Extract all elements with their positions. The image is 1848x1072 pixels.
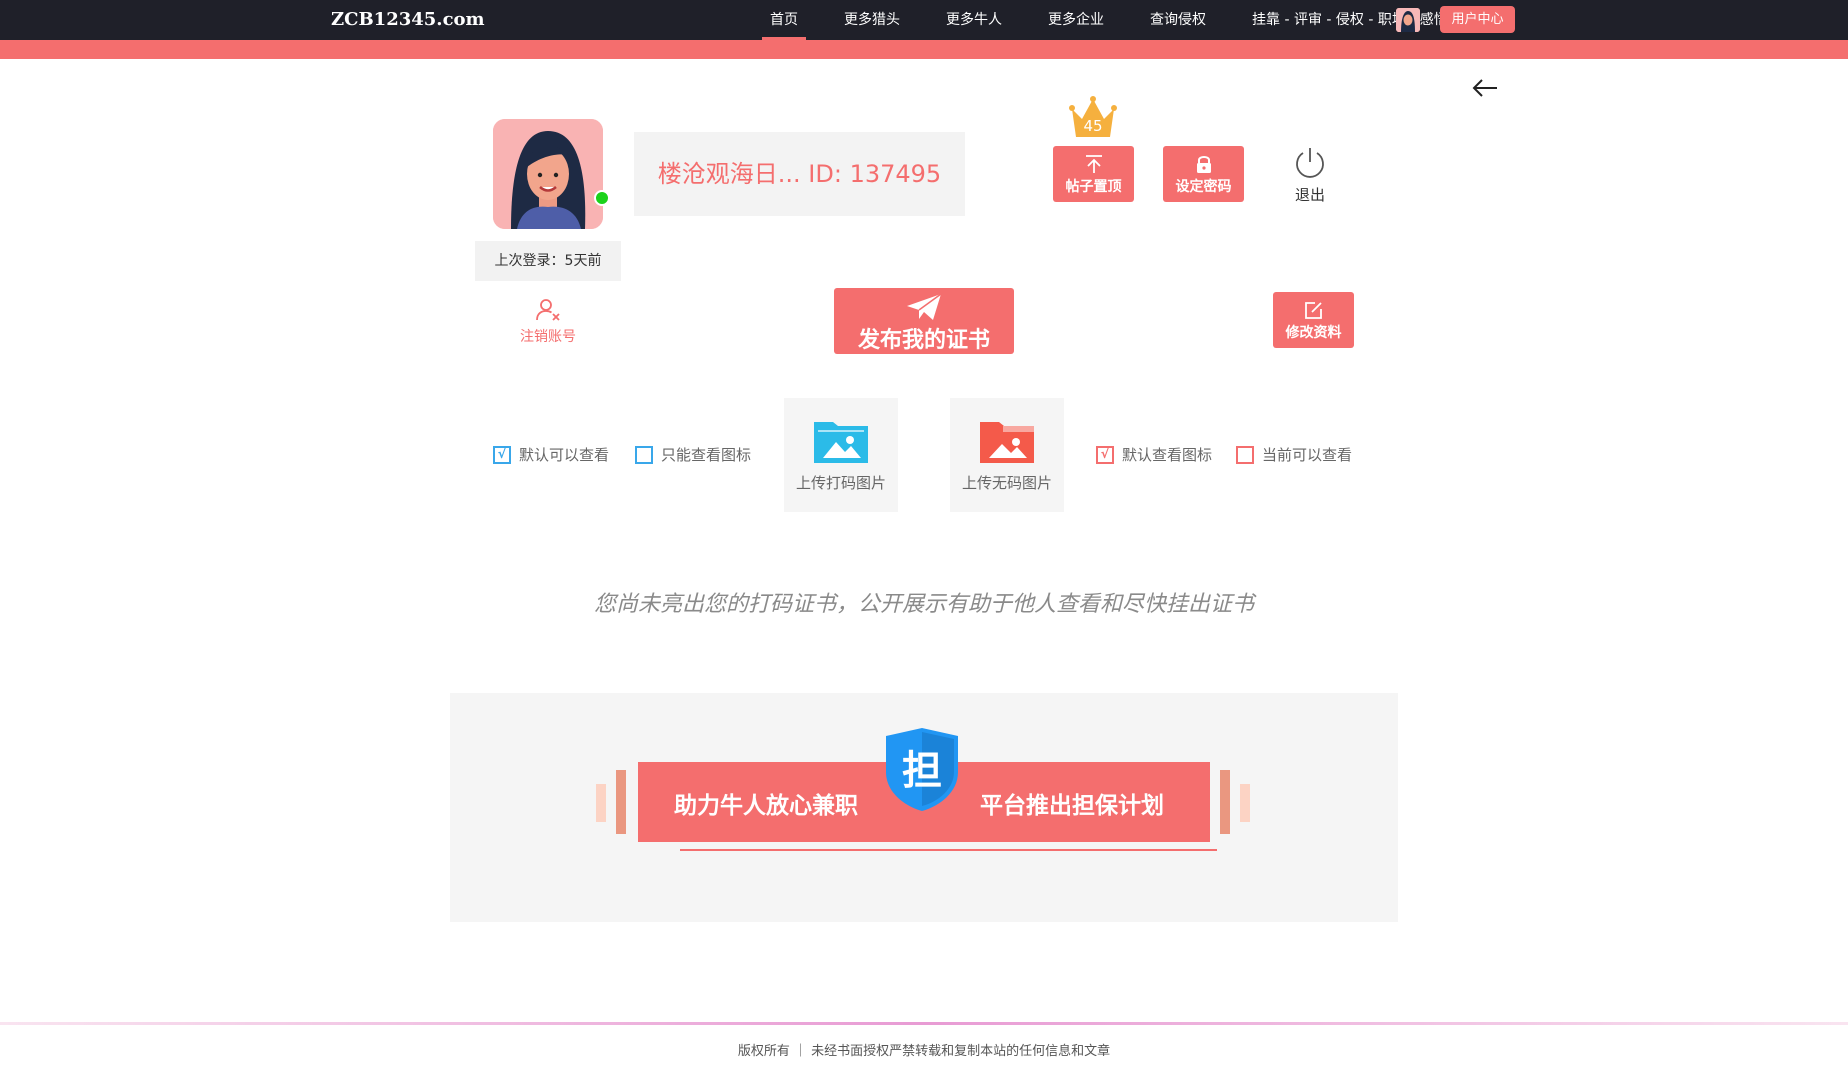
- upload-watermarked-label: 上传打码图片: [795, 474, 886, 492]
- edit-icon: [1304, 302, 1322, 319]
- checkbox-default-icon-label: 默认查看图标: [1122, 446, 1213, 464]
- banner-underline: [680, 849, 1217, 851]
- edit-profile-label: 修改资料: [1285, 325, 1342, 341]
- user-remove-icon: [536, 299, 560, 321]
- back-arrow-icon[interactable]: [1470, 73, 1500, 103]
- main-nav: 首页 更多猎头 更多牛人 更多企业 查询侵权 挂靠 - 评审 - 侵权 - 职场…: [762, 0, 1486, 40]
- checkbox-checked-icon: √: [1096, 445, 1114, 464]
- cancel-account-label: 注销账号: [520, 329, 576, 345]
- edit-profile-button[interactable]: 修改资料: [1273, 292, 1354, 348]
- empty-certificate-hint: 您尚未亮出您的打码证书，公开展示有助于他人查看和尽快挂出证书: [593, 592, 1254, 617]
- publish-certificate-button[interactable]: 发布我的证书: [834, 288, 1014, 354]
- banner-right-text: 平台推出担保计划: [980, 793, 1164, 819]
- checkbox-checked-icon: √: [493, 445, 511, 464]
- checkbox-current-visible-label: 当前可以查看: [1262, 446, 1353, 464]
- paper-plane-icon: [907, 293, 942, 320]
- nav-avatar[interactable]: [1396, 8, 1420, 32]
- cancel-account-button[interactable]: 注销账号: [506, 296, 590, 346]
- checkbox-empty-icon: [635, 445, 653, 464]
- red-folder-image-icon: [980, 422, 1034, 463]
- footer-copyright: 版权所有 ｜ 未经书面授权严禁转载和复制本站的任何信息和文章: [737, 1044, 1111, 1059]
- publish-certificate-label: 发布我的证书: [857, 328, 990, 353]
- banner-right-decoration: [1220, 770, 1250, 834]
- set-password-button[interactable]: 设定密码: [1163, 146, 1244, 202]
- logout-button[interactable]: 退出: [1290, 145, 1330, 205]
- checkbox-default-visible-label: 默认可以查看: [519, 446, 610, 464]
- upload-clean-image[interactable]: 上传无码图片: [950, 398, 1064, 512]
- logout-label: 退出: [1294, 186, 1325, 204]
- nav-talents[interactable]: 更多牛人: [938, 0, 1010, 40]
- username-id-box: 楼沧观海日... ID: 137495: [634, 132, 965, 216]
- footer-divider: [0, 1022, 1848, 1025]
- nav-headhunters[interactable]: 更多猎头: [836, 0, 908, 40]
- user-center-button[interactable]: 用户中心: [1440, 6, 1515, 33]
- last-login-label: 上次登录：5天前: [475, 241, 621, 281]
- checkbox-current-visible[interactable]: 当前可以查看: [1236, 444, 1352, 465]
- user-avatar[interactable]: [493, 119, 603, 229]
- checkbox-default-visible[interactable]: √ 默认可以查看: [493, 444, 609, 465]
- nav-topics[interactable]: 挂靠 - 评审 - 侵权 - 职场 - 感悟: [1244, 0, 1456, 40]
- upload-clean-label: 上传无码图片: [961, 474, 1052, 492]
- checkbox-empty-icon: [1236, 445, 1254, 464]
- banner-left-text: 助力牛人放心兼职: [674, 793, 858, 819]
- nav-companies[interactable]: 更多企业: [1040, 0, 1112, 40]
- pin-post-label: 帖子置顶: [1065, 179, 1122, 195]
- nav-infringement[interactable]: 查询侵权: [1142, 0, 1214, 40]
- checkbox-only-icon-label: 只能查看图标: [661, 446, 752, 464]
- lock-icon: [1196, 156, 1211, 173]
- banner-left-decoration: [596, 770, 626, 834]
- shield-char: 担: [902, 748, 942, 794]
- nav-home[interactable]: 首页: [762, 0, 806, 40]
- power-icon: [1296, 148, 1324, 178]
- pin-top-icon: [1085, 155, 1102, 173]
- pin-post-button[interactable]: 帖子置顶: [1053, 146, 1134, 202]
- header-accent-band: [0, 40, 1848, 59]
- site-logo[interactable]: ZCB12345.com: [331, 9, 485, 30]
- blue-folder-image-icon: [814, 422, 868, 463]
- checkbox-only-icon[interactable]: 只能查看图标: [635, 444, 751, 465]
- set-password-label: 设定密码: [1175, 179, 1232, 195]
- online-status-dot: [594, 190, 610, 206]
- upload-watermarked-image[interactable]: 上传打码图片: [784, 398, 898, 512]
- top-navbar: ZCB12345.com 首页 更多猎头 更多牛人 更多企业 查询侵权 挂靠 -…: [0, 0, 1848, 40]
- level-number: 45: [1083, 117, 1103, 135]
- checkbox-default-icon[interactable]: √ 默认查看图标: [1096, 444, 1212, 465]
